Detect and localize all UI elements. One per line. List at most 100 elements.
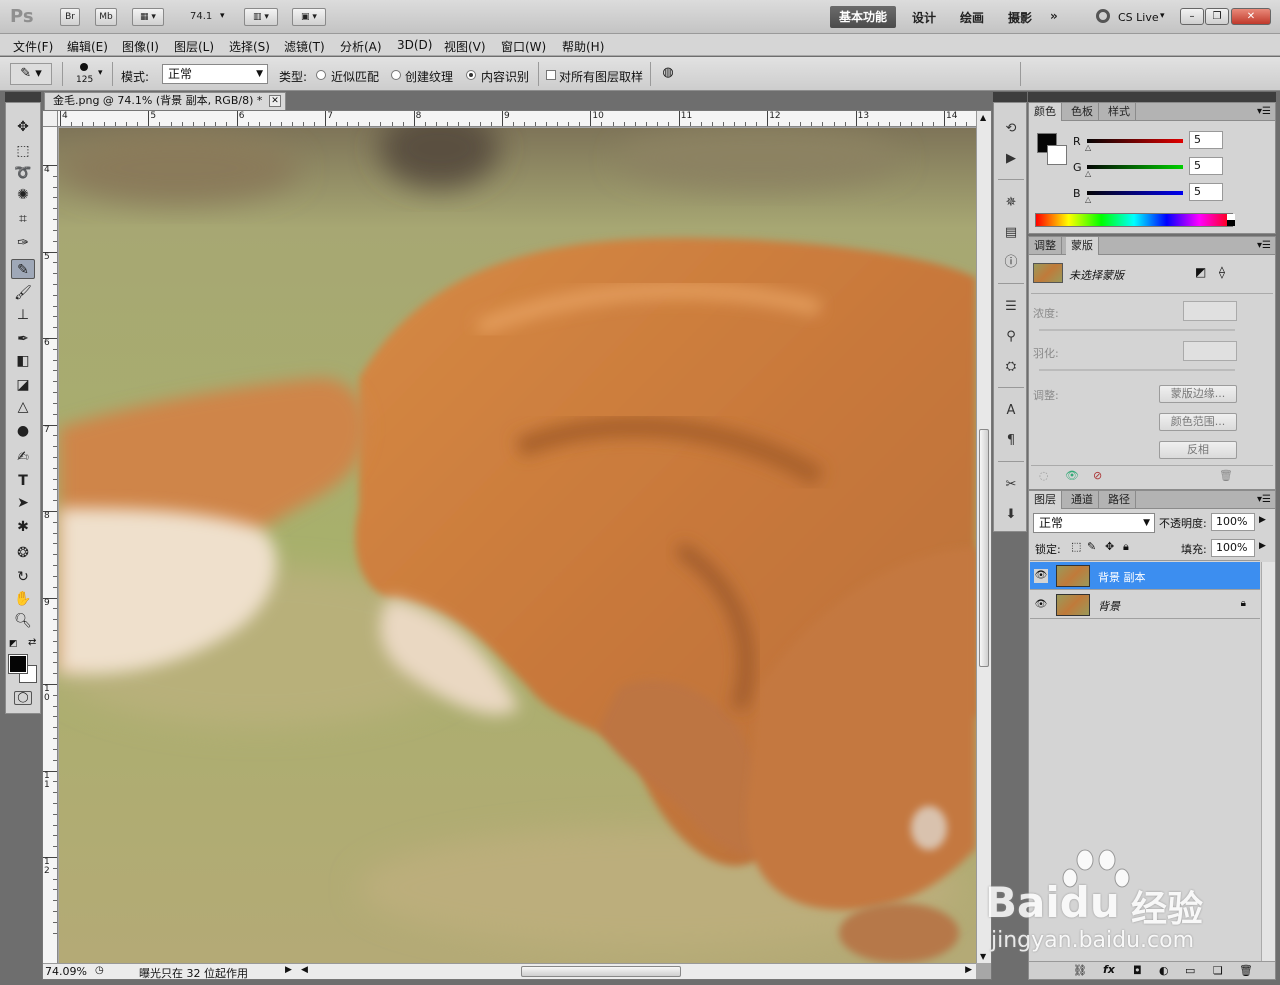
red-slider-knob-icon[interactable]: △ xyxy=(1085,143,1091,152)
dodge-tool-icon[interactable]: ● xyxy=(11,421,35,441)
radio-proximity-match[interactable] xyxy=(316,70,326,80)
disable-mask-icon[interactable]: ⊘ xyxy=(1093,469,1102,482)
scroll-up-icon[interactable]: ▲ xyxy=(980,113,986,122)
bridge-button[interactable]: Br xyxy=(60,8,80,26)
brush-picker-dropdown-icon[interactable]: ▾ xyxy=(98,68,103,78)
color-panel-background-swatch[interactable] xyxy=(1047,145,1067,165)
menu-view[interactable]: 视图(V) xyxy=(444,38,486,55)
marquee-tool-icon[interactable]: ⬚ xyxy=(11,141,35,161)
menu-analysis[interactable]: 分析(A) xyxy=(340,38,382,55)
vertical-ruler[interactable]: 4 5 6 7 8 9 10 11 12 xyxy=(43,127,58,963)
menu-3d[interactable]: 3D(D) xyxy=(397,38,432,52)
history-panel-icon[interactable]: ⟲ xyxy=(1001,119,1021,139)
blue-slider[interactable] xyxy=(1087,191,1183,195)
sample-all-layers-checkbox[interactable] xyxy=(546,70,556,80)
clone-source-panel-icon[interactable]: ⚲ xyxy=(1001,327,1021,347)
zoom-dropdown-icon[interactable]: ▾ xyxy=(220,11,225,21)
invert-button[interactable]: 反相 xyxy=(1159,441,1237,459)
tab-styles[interactable]: 样式 xyxy=(1103,103,1136,121)
menu-select[interactable]: 选择(S) xyxy=(229,38,270,55)
vertical-scroll-thumb[interactable] xyxy=(979,429,989,667)
new-layer-icon[interactable]: ❏ xyxy=(1213,964,1223,977)
density-slider[interactable] xyxy=(1039,329,1235,331)
layers-panel-menu-icon[interactable]: ▾☰ xyxy=(1257,494,1271,505)
lock-position-icon[interactable]: ✥ xyxy=(1105,540,1114,553)
eraser-tool-icon[interactable]: ◧ xyxy=(11,351,35,371)
workspace-photography[interactable]: 摄影 xyxy=(1008,9,1032,26)
radio-content-aware[interactable] xyxy=(466,70,476,80)
mini-bridge-button[interactable]: Mb xyxy=(95,8,117,26)
swap-colors-icon[interactable]: ⇄ xyxy=(28,637,36,648)
blue-value-field[interactable]: 5 xyxy=(1189,183,1223,201)
tab-channels[interactable]: 通道 xyxy=(1066,491,1099,509)
navigator-panel-icon[interactable]: ✵ xyxy=(1001,193,1021,213)
mask-edge-button[interactable]: 蒙版边缘... xyxy=(1159,385,1237,403)
default-colors-icon[interactable]: ◩ xyxy=(9,639,18,649)
cs-live-button[interactable]: CS Live xyxy=(1118,11,1159,24)
adjustment-layer-icon[interactable]: ◐ xyxy=(1159,964,1169,977)
custom-shape-tool-icon[interactable]: ✱ xyxy=(11,517,35,537)
blur-tool-icon[interactable]: △ xyxy=(11,397,35,417)
visibility-eye-icon[interactable]: 👁︎ xyxy=(1034,598,1048,612)
cs-live-icon[interactable] xyxy=(1096,9,1110,23)
new-group-icon[interactable]: ▭ xyxy=(1185,964,1195,977)
menu-image[interactable]: 图像(I) xyxy=(122,38,159,55)
lock-transparent-icon[interactable]: ⬚ xyxy=(1071,540,1081,553)
blend-mode-select[interactable]: 正常 ▼ xyxy=(1033,513,1155,533)
feather-slider[interactable] xyxy=(1039,369,1235,371)
tab-swatches[interactable]: 色板 xyxy=(1066,103,1099,121)
color-range-button[interactable]: 颜色范围... xyxy=(1159,413,1237,431)
tool-preset-picker[interactable]: ✎ ▾ xyxy=(10,63,52,85)
link-layers-icon[interactable]: ⛓ xyxy=(1073,964,1087,977)
close-document-icon[interactable]: ✕ xyxy=(269,95,281,107)
fill-field[interactable]: 100% xyxy=(1211,539,1255,557)
history-brush-tool-icon[interactable]: ✒ xyxy=(11,329,35,349)
view-mask-icon[interactable]: 👁︎ xyxy=(1065,469,1079,482)
screen-mode-button[interactable]: ▣ ▾ xyxy=(292,8,326,26)
visibility-eye-icon[interactable]: 👁︎ xyxy=(1034,569,1048,583)
brush-tip-icon[interactable] xyxy=(80,63,88,71)
blue-slider-knob-icon[interactable]: △ xyxy=(1085,195,1091,204)
status-menu-arrow-icon[interactable]: ▶ xyxy=(285,965,292,975)
masks-panel-menu-icon[interactable]: ▾☰ xyxy=(1257,240,1271,251)
radio-create-texture[interactable] xyxy=(391,70,401,80)
layer-row-background[interactable]: 👁︎ 背景 🔒︎ xyxy=(1030,591,1260,619)
fill-slider-arrow-icon[interactable]: ▶ xyxy=(1259,541,1266,551)
tool-presets-panel-icon[interactable]: ⛭ xyxy=(1001,357,1021,377)
pressure-size-icon[interactable]: ◍ xyxy=(658,65,678,83)
pixel-mask-icon[interactable]: ◩ xyxy=(1195,265,1206,279)
crop-tool-icon[interactable]: ⌗ xyxy=(11,209,35,229)
tab-paths[interactable]: 路径 xyxy=(1103,491,1136,509)
workspace-painting[interactable]: 绘画 xyxy=(960,9,984,26)
add-mask-icon[interactable]: ◘ xyxy=(1133,964,1142,977)
load-selection-icon[interactable]: ◌ xyxy=(1039,469,1049,482)
green-value-field[interactable]: 5 xyxy=(1189,157,1223,175)
zoom-level[interactable]: 74.1 xyxy=(190,11,212,22)
tab-adjustments[interactable]: 调整 xyxy=(1029,237,1062,255)
green-slider[interactable] xyxy=(1087,165,1183,169)
3d-rotate-tool-icon[interactable]: ❂ xyxy=(11,543,35,563)
image-canvas[interactable] xyxy=(59,128,976,963)
pen-tool-icon[interactable]: ✍ xyxy=(11,447,35,467)
workspace-design[interactable]: 设计 xyxy=(912,9,936,26)
status-info-icon[interactable]: ◷ xyxy=(95,965,104,976)
tab-layers[interactable]: 图层 xyxy=(1029,491,1062,509)
opacity-slider-arrow-icon[interactable]: ▶ xyxy=(1259,515,1266,525)
info-panel-icon[interactable]: ⓘ xyxy=(1001,253,1021,273)
black-white-ramp[interactable] xyxy=(1227,214,1235,226)
cs-live-dropdown-icon[interactable]: ▾ xyxy=(1160,11,1165,21)
layer-style-fx-icon[interactable]: fx xyxy=(1103,963,1115,976)
view-extras-button[interactable]: ▦ ▾ xyxy=(132,8,164,26)
lock-image-icon[interactable]: ✎ xyxy=(1087,540,1096,553)
type-tool-icon[interactable]: T xyxy=(11,471,35,491)
lasso-tool-icon[interactable]: ➰ xyxy=(11,163,35,183)
feather-field[interactable] xyxy=(1183,341,1237,361)
menu-edit[interactable]: 编辑(E) xyxy=(67,38,108,55)
opacity-field[interactable]: 100% xyxy=(1211,513,1255,531)
color-panel-menu-icon[interactable]: ▾☰ xyxy=(1257,106,1271,117)
menu-window[interactable]: 窗口(W) xyxy=(501,38,546,55)
3d-orbit-tool-icon[interactable]: ↻ xyxy=(11,567,35,587)
menu-layer[interactable]: 图层(L) xyxy=(174,38,214,55)
lock-all-icon[interactable]: 🔒︎ xyxy=(1123,540,1129,554)
layer-row-background-copy[interactable]: 👁︎ 背景 副本 xyxy=(1030,562,1260,590)
